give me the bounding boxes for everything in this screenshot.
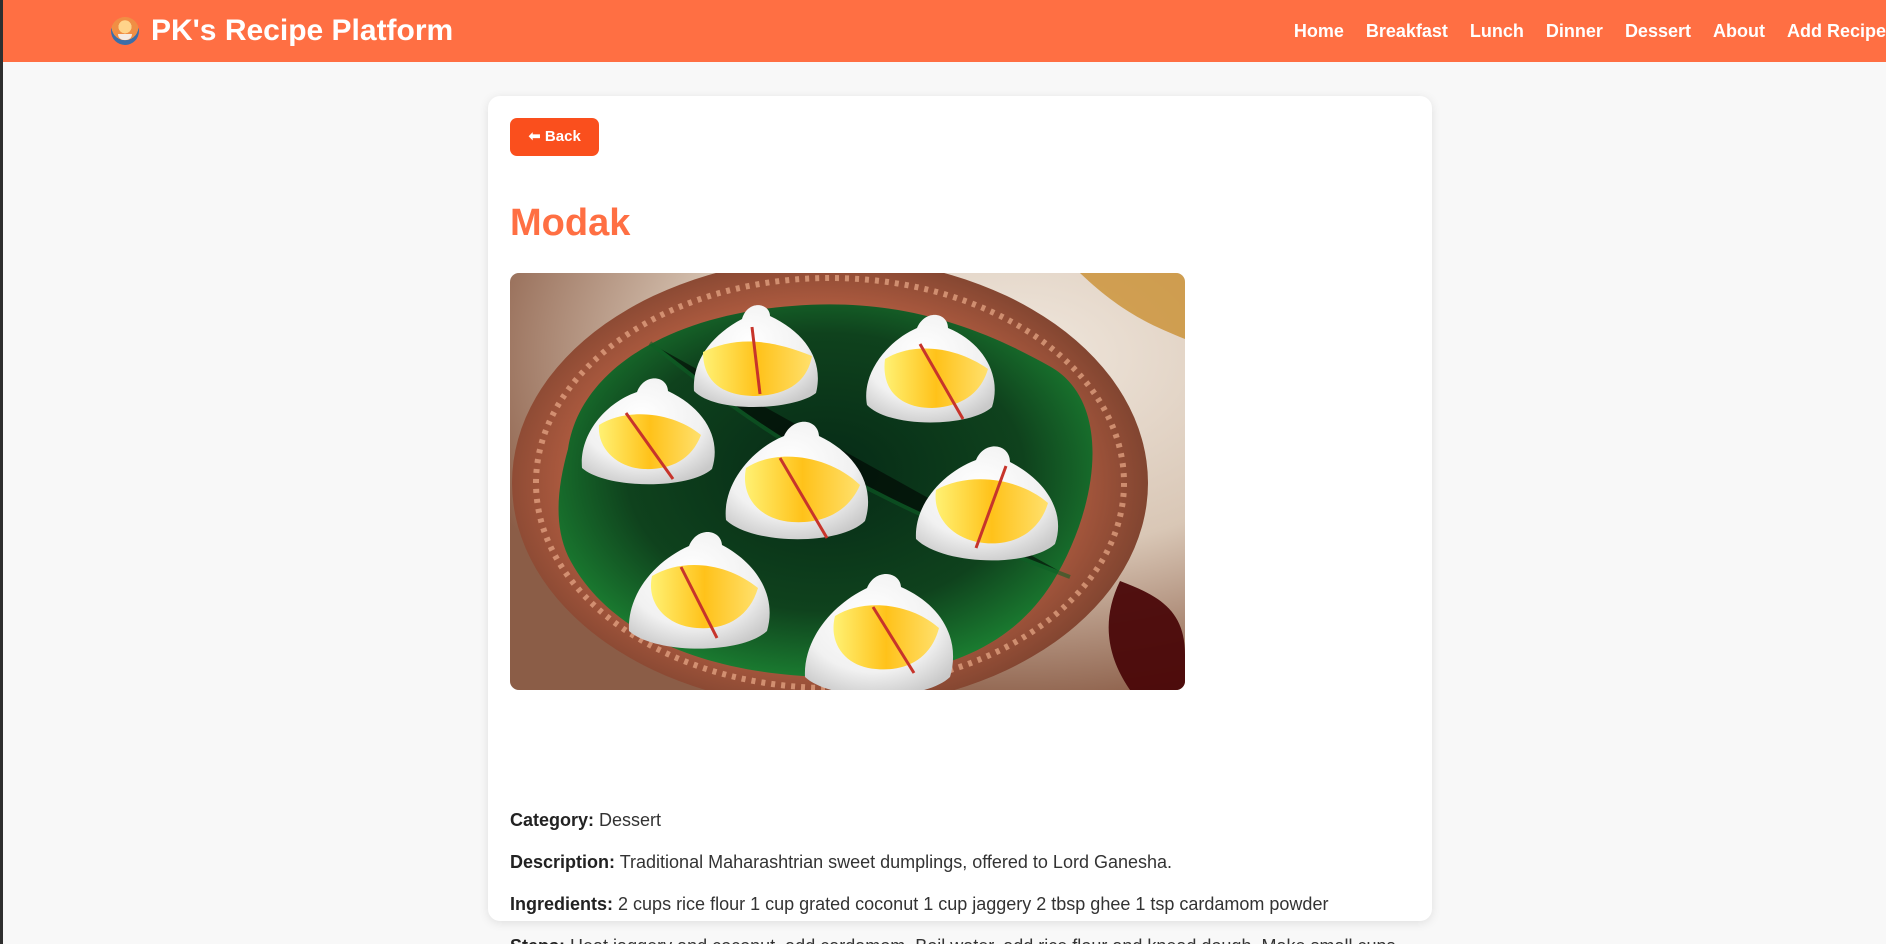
description-value: Traditional Maharashtrian sweet dumpling… bbox=[619, 852, 1173, 872]
site-title: PK's Recipe Platform bbox=[151, 14, 454, 47]
recipe-card: ⬅ Back Modak Category: Dessert Descripti… bbox=[488, 96, 1432, 944]
top-navigation-bar: PK's Recipe Platform Home Breakfast Lunc… bbox=[3, 0, 1886, 62]
nav-breakfast-link[interactable]: Breakfast bbox=[1366, 16, 1448, 46]
ingredients-label: Ingredients: bbox=[510, 894, 614, 914]
recipe-title: Modak bbox=[510, 202, 631, 244]
steps-row: Steps: Heat jaggery and coconut, add car… bbox=[510, 934, 1410, 944]
brand[interactable]: PK's Recipe Platform bbox=[111, 14, 453, 48]
recipe-bowl-icon bbox=[111, 17, 139, 45]
category-label: Category: bbox=[510, 810, 595, 830]
ingredients-value: 2 cups rice flour 1 cup grated coconut 1… bbox=[618, 894, 1329, 914]
nav-dessert-link[interactable]: Dessert bbox=[1625, 16, 1691, 46]
nav-home-link[interactable]: Home bbox=[1294, 16, 1344, 46]
category-row: Category: Dessert bbox=[510, 808, 1410, 832]
category-value: Dessert bbox=[599, 810, 662, 830]
modak-photo bbox=[510, 273, 1185, 690]
description-label: Description: bbox=[510, 852, 616, 872]
nav-about-link[interactable]: About bbox=[1713, 16, 1765, 46]
nav-dinner-link[interactable]: Dinner bbox=[1546, 16, 1603, 46]
recipe-detail-page: PK's Recipe Platform Home Breakfast Lunc… bbox=[0, 0, 1886, 944]
steps-label: Steps: bbox=[510, 936, 565, 944]
ingredients-row: Ingredients: 2 cups rice flour 1 cup gra… bbox=[510, 892, 1410, 916]
back-button[interactable]: ⬅ Back bbox=[510, 118, 599, 156]
nav-add-recipe-link[interactable]: Add Recipe bbox=[1787, 16, 1886, 46]
steps-value: Heat jaggery and coconut, add cardamom. … bbox=[510, 936, 1400, 944]
nav-lunch-link[interactable]: Lunch bbox=[1470, 16, 1524, 46]
modak-photo-drawing bbox=[510, 273, 1185, 690]
description-row: Description: Traditional Maharashtrian s… bbox=[510, 850, 1410, 874]
main-navigation: Home Breakfast Lunch Dinner Dessert Abou… bbox=[1294, 16, 1886, 46]
